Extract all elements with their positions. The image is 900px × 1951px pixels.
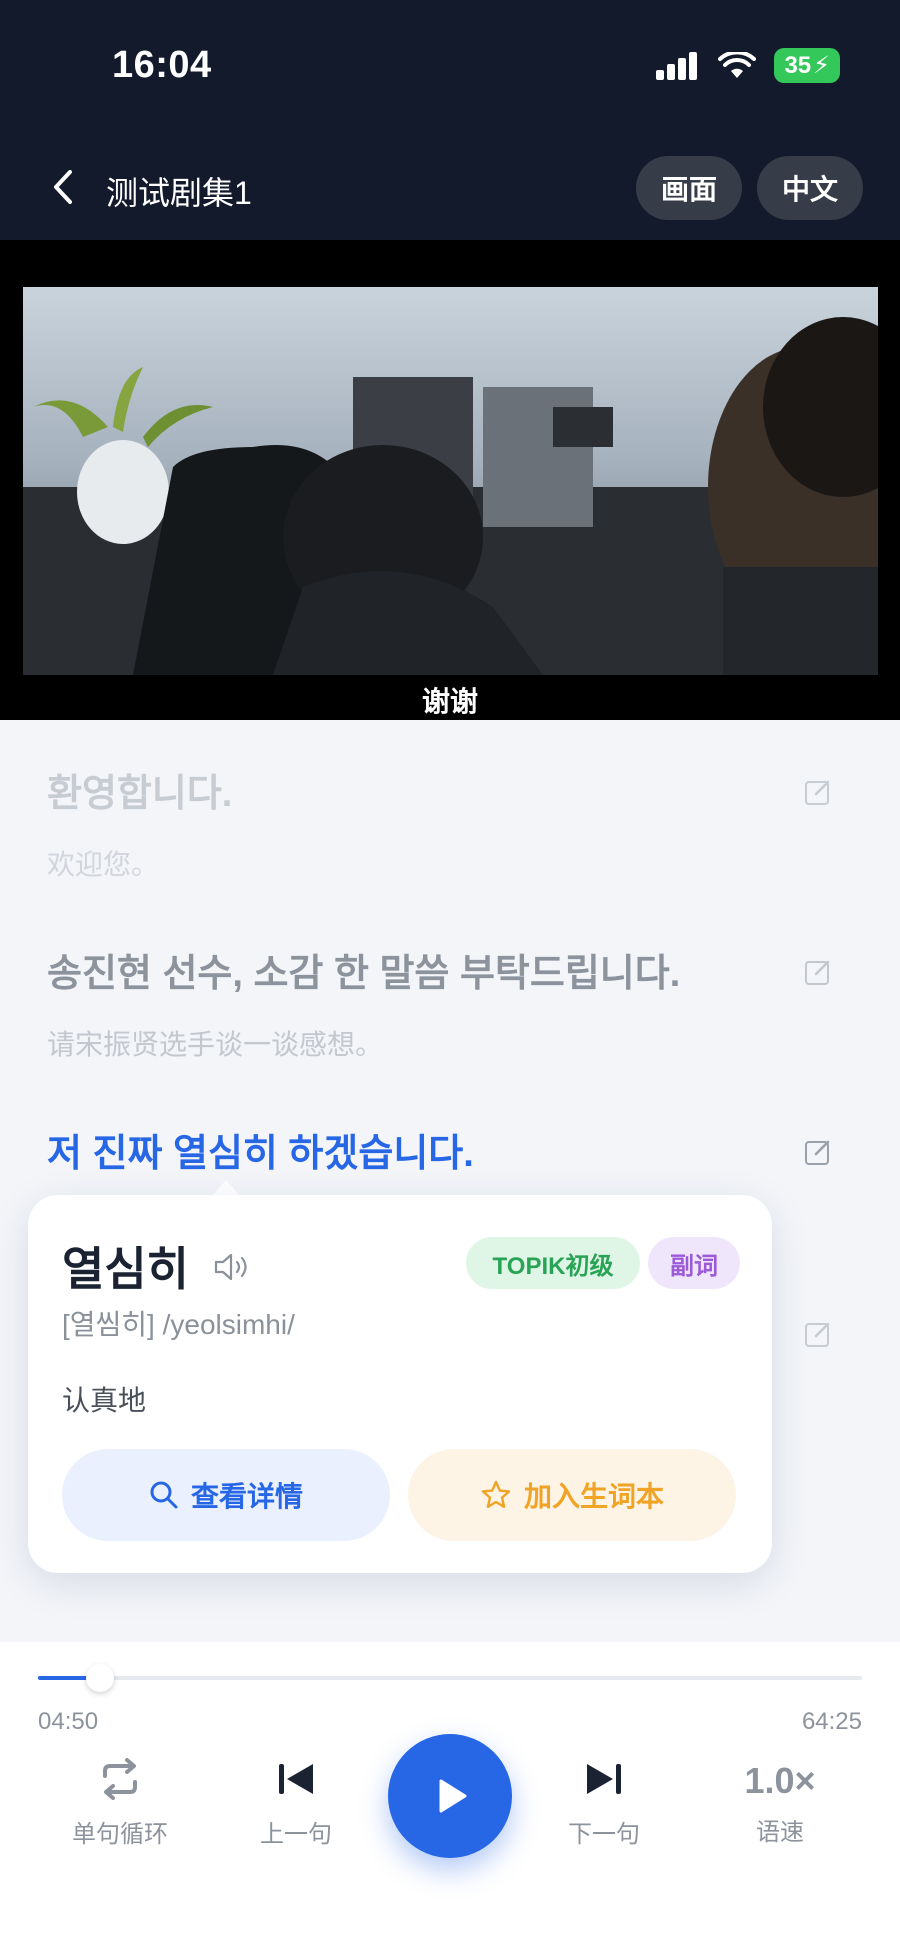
edit-icon[interactable] bbox=[804, 778, 832, 806]
speed-label: 语速 bbox=[756, 1819, 804, 1846]
search-icon bbox=[150, 1481, 178, 1509]
add-to-vocab-button[interactable]: 加入生词本 bbox=[408, 1449, 736, 1541]
language-toggle-button[interactable]: 中文 bbox=[757, 156, 863, 220]
korean-sentence: 환영합니다. bbox=[47, 773, 233, 815]
video-player[interactable]: 谢谢 bbox=[0, 240, 900, 720]
total-time: 64:25 bbox=[801, 1708, 862, 1735]
repeat-icon bbox=[103, 1758, 137, 1800]
view-details-button[interactable]: 查看详情 bbox=[62, 1449, 390, 1541]
skip-next-icon bbox=[587, 1764, 621, 1794]
star-icon bbox=[481, 1480, 511, 1508]
popup-word: 열심히 bbox=[62, 1243, 189, 1295]
previous-label: 上一句 bbox=[260, 1821, 332, 1848]
part-of-speech-tag: 副词 bbox=[648, 1237, 740, 1289]
signal-icon bbox=[656, 51, 698, 80]
back-icon[interactable] bbox=[42, 162, 82, 212]
skip-previous-icon bbox=[279, 1764, 313, 1794]
wifi-icon bbox=[718, 51, 757, 78]
chinese-translation: 欢迎您。 bbox=[47, 849, 160, 880]
battery-level: 35 bbox=[784, 51, 812, 79]
next-sentence-button[interactable]: 下一句 bbox=[534, 1756, 674, 1849]
edit-icon[interactable] bbox=[804, 1138, 832, 1166]
top-bar: 16:04 35 ⚡ 测试剧集1 画面 中文 bbox=[0, 0, 900, 240]
level-tag: TOPIK初级 bbox=[466, 1237, 640, 1289]
page-title: 测试剧集1 bbox=[106, 175, 252, 211]
battery-indicator: 35 ⚡ bbox=[774, 48, 840, 83]
status-icons: 35 ⚡ bbox=[656, 48, 840, 83]
next-label: 下一句 bbox=[568, 1821, 640, 1848]
popup-pointer bbox=[212, 1180, 240, 1196]
pronunciation: [열씸히] /yeolsimhi/ bbox=[62, 1309, 295, 1340]
play-icon bbox=[439, 1779, 467, 1813]
nav-bar: 测试剧集1 画面 中文 bbox=[0, 150, 900, 230]
progress-knob[interactable] bbox=[85, 1664, 114, 1692]
edit-icon[interactable] bbox=[804, 958, 832, 986]
previous-sentence-button[interactable]: 上一句 bbox=[226, 1756, 366, 1849]
player-controls: 04:50 64:25 单句循环 上一句 下一句 1.0× 语速 bbox=[0, 1642, 900, 1951]
word-meaning: 认真地 bbox=[62, 1385, 147, 1416]
korean-sentence: 저 진짜 열심히 하겠습니다. bbox=[47, 1133, 474, 1175]
edit-icon[interactable] bbox=[804, 1320, 832, 1348]
speaker-icon[interactable] bbox=[212, 1251, 252, 1283]
video-frame-image bbox=[23, 287, 878, 675]
loop-button[interactable]: 单句循环 bbox=[50, 1756, 190, 1849]
speed-button[interactable]: 1.0× 语速 bbox=[710, 1756, 850, 1847]
progress-bar[interactable] bbox=[38, 1664, 862, 1692]
transcript-line-active[interactable]: 저 진짜 열심히 하겠습니다. bbox=[47, 1122, 847, 1177]
add-to-vocab-label: 加入生词本 bbox=[523, 1481, 664, 1512]
loop-label: 单句循环 bbox=[72, 1821, 168, 1848]
transcript-line[interactable]: 환영합니다. 欢迎您。 bbox=[47, 762, 847, 883]
word-popup: 열심히 TOPIK初级 副词 [열씸히] /yeolsimhi/ 认真地 查看详… bbox=[28, 1195, 772, 1573]
view-details-label: 查看详情 bbox=[190, 1481, 303, 1512]
screen-toggle-button[interactable]: 画面 bbox=[636, 156, 742, 220]
chinese-translation: 请宋振贤选手谈一谈感想。 bbox=[47, 1029, 384, 1060]
charging-icon: ⚡ bbox=[813, 52, 830, 79]
app-screen: 16:04 35 ⚡ 测试剧集1 画面 中文 谢谢 환영합니다. 欢迎您。 송진… bbox=[0, 0, 900, 1951]
current-time: 04:50 bbox=[38, 1708, 99, 1735]
speed-value: 1.0× bbox=[744, 1760, 816, 1801]
korean-sentence: 송진현 선수, 소감 한 말씀 부탁드립니다. bbox=[47, 953, 681, 995]
play-button[interactable] bbox=[388, 1734, 512, 1858]
transcript-line[interactable]: 송진현 선수, 소감 한 말씀 부탁드립니다. 请宋振贤选手谈一谈感想。 bbox=[47, 942, 847, 1063]
video-frame[interactable] bbox=[23, 287, 878, 675]
status-time: 16:04 bbox=[112, 44, 212, 86]
video-subtitle: 谢谢 bbox=[421, 686, 478, 717]
